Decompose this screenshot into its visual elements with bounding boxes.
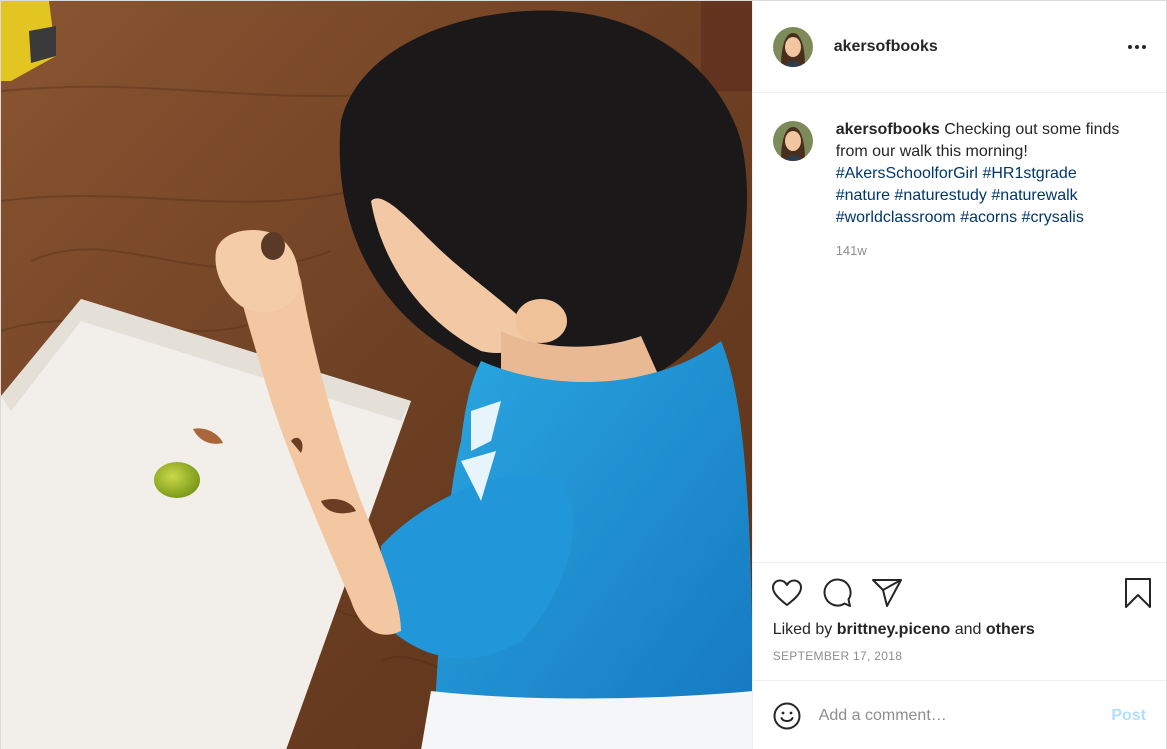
dot [1135,44,1139,49]
post-photo[interactable] [1,1,752,749]
hashtag[interactable]: #naturewalk [991,187,1077,204]
instagram-post: akersofbooks akersofbooks Checking out s… [0,0,1167,749]
post-header: akersofbooks [752,1,1166,93]
caption-body: akersofbooks Checking out some finds fro… [836,119,1126,258]
comment-input[interactable] [818,706,1112,725]
hashtag[interactable]: #naturestudy [894,187,987,204]
likes-connector: and [954,621,982,638]
dot [1142,44,1146,49]
heart-icon[interactable] [771,577,803,609]
avatar-image [772,121,813,161]
action-bar [771,563,1151,623]
author-username[interactable]: akersofbooks [834,38,938,56]
hashtag[interactable]: #AkersSchoolforGirl [836,165,978,182]
likes-summary: Liked by brittney.piceno and others [773,621,1146,639]
hashtag[interactable]: #worldclassroom [836,209,956,226]
comments-section: akersofbooks Checking out some finds fro… [753,93,1166,562]
post-date[interactable]: SEPTEMBER 17, 2018 [773,649,1146,663]
actions-section: Liked by brittney.piceno and others SEPT… [752,562,1166,680]
liked-by-user[interactable]: brittney.piceno [837,621,951,638]
hashtag[interactable]: #nature [836,187,890,204]
caption: akersofbooks Checking out some finds fro… [772,119,1146,258]
avatar-image [772,26,813,67]
hashtag[interactable]: #crysalis [1022,209,1084,226]
smiley-icon[interactable] [771,700,803,732]
hashtag[interactable]: #acorns [960,209,1017,226]
paper-plane-icon[interactable] [871,577,903,609]
comment-icon[interactable] [821,577,853,609]
photo-illustration [1,1,752,749]
bookmark-icon[interactable] [1122,577,1154,609]
hashtag[interactable]: #HR1stgrade [982,165,1076,182]
caption-text: akersofbooks Checking out some finds fro… [836,119,1126,229]
post-side-panel: akersofbooks akersofbooks Checking out s… [751,1,1166,749]
dot [1128,44,1132,49]
caption-avatar[interactable] [772,121,813,161]
caption-username[interactable]: akersofbooks [836,121,940,138]
caption-time-ago[interactable]: 141w [836,243,1126,258]
likes-prefix: Liked by [772,621,833,638]
post-comment-button[interactable]: Post [1111,707,1146,725]
author-avatar[interactable] [772,26,813,67]
add-comment-bar: Post [752,680,1166,749]
likes-others-link[interactable]: others [986,621,1035,638]
more-options-icon[interactable] [1128,39,1146,55]
